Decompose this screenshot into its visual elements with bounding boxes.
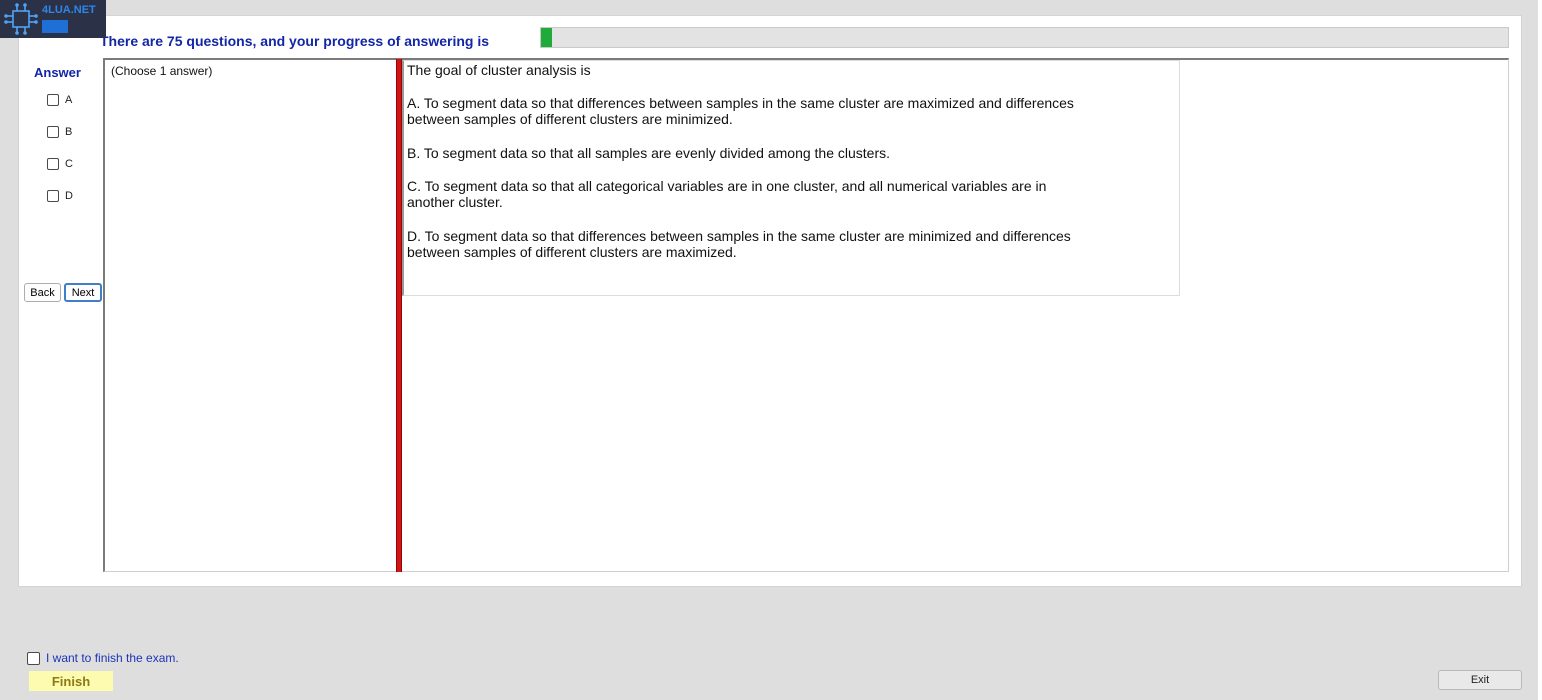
question-stem: The goal of cluster analysis is [407,62,591,78]
logo-badge [42,20,68,33]
next-button[interactable]: Next [64,283,102,302]
window-edge [1538,0,1542,700]
answer-option-b[interactable]: B [47,126,72,138]
choice-c-line2: another cluster. [407,194,503,210]
choice-a-line1: A. To segment data so that differences b… [407,95,1074,111]
finish-exam-label: I want to finish the exam. [46,651,179,665]
choose-instruction: (Choose 1 answer) [111,64,213,78]
choice-d-line1: D. To segment data so that differences b… [407,228,1071,244]
answer-option-label: C [65,158,73,170]
checkbox-a[interactable] [47,94,59,106]
answer-option-d[interactable]: D [47,190,73,202]
choice-c-line1: C. To segment data so that all categoric… [407,178,1047,194]
logo-text: 4LUA.NET [42,4,96,16]
checkbox-d[interactable] [47,190,59,202]
finish-button[interactable]: Finish [29,671,113,691]
choice-d-line2: between samples of different clusters ar… [407,244,737,260]
choice-a-line2: between samples of different clusters ar… [407,111,733,127]
answer-option-label: D [65,190,73,202]
choice-b-line1: B. To segment data so that all samples a… [407,145,891,161]
answer-option-label: B [65,126,73,138]
checkbox-c[interactable] [47,158,59,170]
answer-option-c[interactable]: C [47,158,73,170]
checkbox-b[interactable] [47,126,59,138]
answer-heading: Answer [34,65,81,80]
exit-button[interactable]: Exit [1438,670,1522,690]
progress-bar [540,27,1509,48]
answer-option-label: A [65,94,73,106]
answer-option-a[interactable]: A [47,94,72,106]
progress-label: There are 75 questions, and your progres… [100,33,489,49]
finish-exam-toggle[interactable]: I want to finish the exam. [27,651,179,665]
site-logo: 4LUA.NET [0,0,106,38]
back-button[interactable]: Back [24,283,61,302]
circuit-logo-icon [4,3,38,35]
progress-bar-fill [541,28,552,47]
finish-exam-checkbox[interactable] [27,651,40,665]
